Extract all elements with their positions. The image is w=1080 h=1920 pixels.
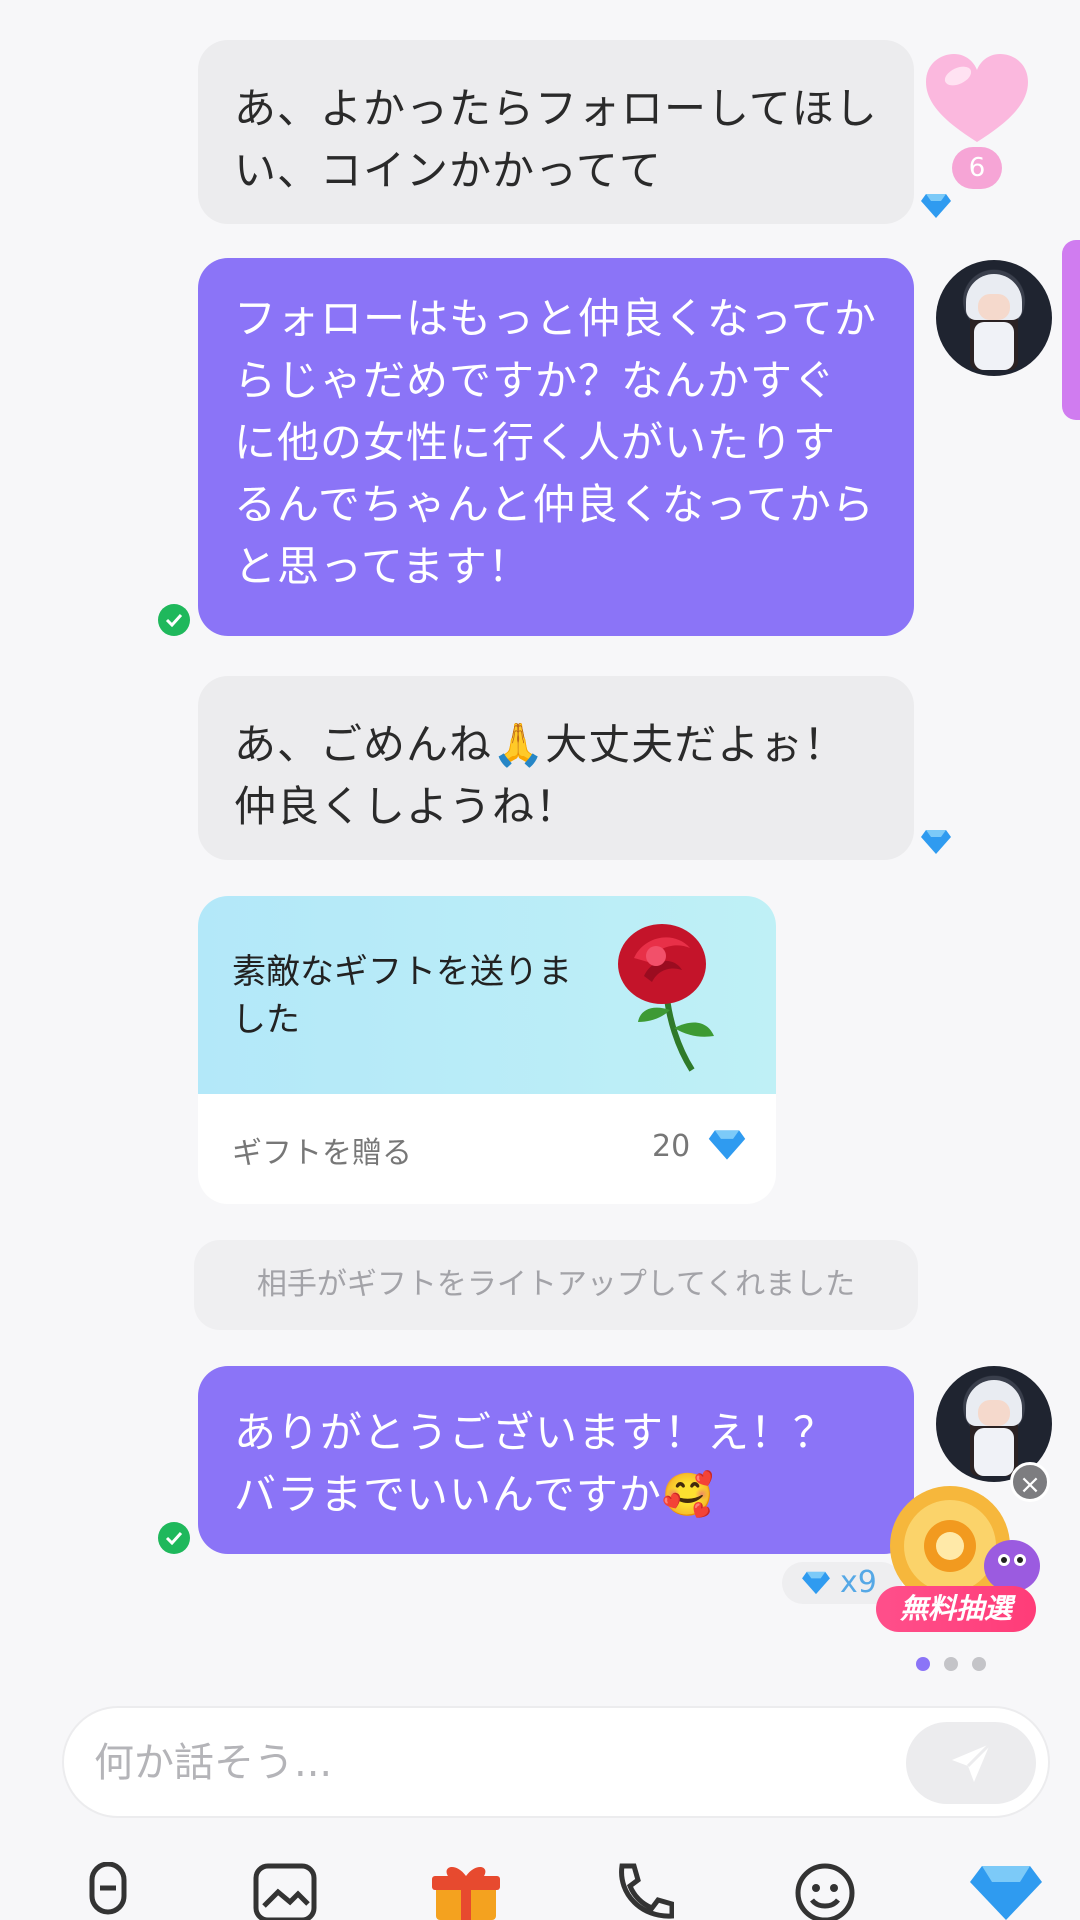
side-panel-tab[interactable] <box>1062 240 1080 420</box>
diamond-reward-count: x9 <box>840 1565 877 1600</box>
send-button[interactable] <box>906 1722 1036 1804</box>
diamond-icon[interactable] <box>968 1862 1044 1920</box>
image-icon[interactable] <box>252 1862 318 1920</box>
page-dot[interactable] <box>972 1657 986 1671</box>
gift-card[interactable]: 素敵なギフトを送りました ギフトを贈る 20 <box>198 896 776 1204</box>
heart-icon <box>926 54 1028 142</box>
diamond-icon <box>802 1571 830 1595</box>
close-lottery-button[interactable]: × <box>1010 1462 1050 1502</box>
sent-check-icon <box>158 1522 190 1554</box>
gift-card-title: 素敵なギフトを送りました <box>232 952 572 1040</box>
diamond-icon <box>921 194 951 218</box>
message-bubble-outgoing[interactable]: フォローはもっと仲良くなってからじゃだめですか？なんかすぐに他の女性に行く人がい… <box>198 258 914 636</box>
send-icon <box>952 1742 992 1782</box>
message-bubble-incoming[interactable]: あ、ごめんね🙏大丈夫だよぉ！仲良くしようね！ <box>198 676 914 860</box>
diamond-icon <box>708 1130 745 1160</box>
heart-reaction[interactable]: 6 <box>922 50 1032 190</box>
gift-icon[interactable] <box>430 1862 502 1920</box>
avatar[interactable] <box>936 260 1052 376</box>
heart-count-badge: 6 <box>952 147 1002 189</box>
chat-area[interactable]: あ、よかったらフォローしてほしい、コインかかってて 6 フォローはもっと仲良くな… <box>0 0 1080 1700</box>
message-input-bar <box>62 1706 1050 1818</box>
lottery-label[interactable]: 無料抽選 <box>876 1586 1036 1632</box>
message-bubble-outgoing[interactable]: ありがとうございます！え！？バラまでいいんですか🥰 <box>198 1366 914 1554</box>
page-dot[interactable] <box>916 1657 930 1671</box>
message-text: フォローはもっと仲良くなってからじゃだめですか？なんかすぐに他の女性に行く人がい… <box>234 294 877 591</box>
emoji-icon[interactable] <box>794 1862 856 1920</box>
message-text: あ、よかったらフォローしてほしい、コインかかってて <box>234 84 878 195</box>
system-notice: 相手がギフトをライトアップしてくれました <box>194 1240 918 1330</box>
pagination-dots <box>916 1656 1000 1675</box>
gift-price: 20 <box>652 1128 748 1164</box>
microphone-icon[interactable] <box>78 1862 138 1920</box>
send-gift-link[interactable]: ギフトを贈る <box>232 1128 412 1172</box>
rose-icon <box>618 924 714 1072</box>
message-text: あ、ごめんね🙏大丈夫だよぉ！仲良くしようね！ <box>234 720 847 831</box>
message-text: ありがとうございます！え！？バラまでいいんですか🥰 <box>234 1408 837 1519</box>
sent-check-icon <box>158 604 190 636</box>
page-dot[interactable] <box>944 1657 958 1671</box>
bottom-toolbar <box>0 1850 1080 1920</box>
gift-price-value: 20 <box>652 1129 691 1164</box>
message-bubble-incoming[interactable]: あ、よかったらフォローしてほしい、コインかかってて <box>198 40 914 224</box>
diamond-icon <box>921 830 951 854</box>
message-input[interactable] <box>94 1728 854 1798</box>
phone-icon[interactable] <box>612 1862 674 1920</box>
